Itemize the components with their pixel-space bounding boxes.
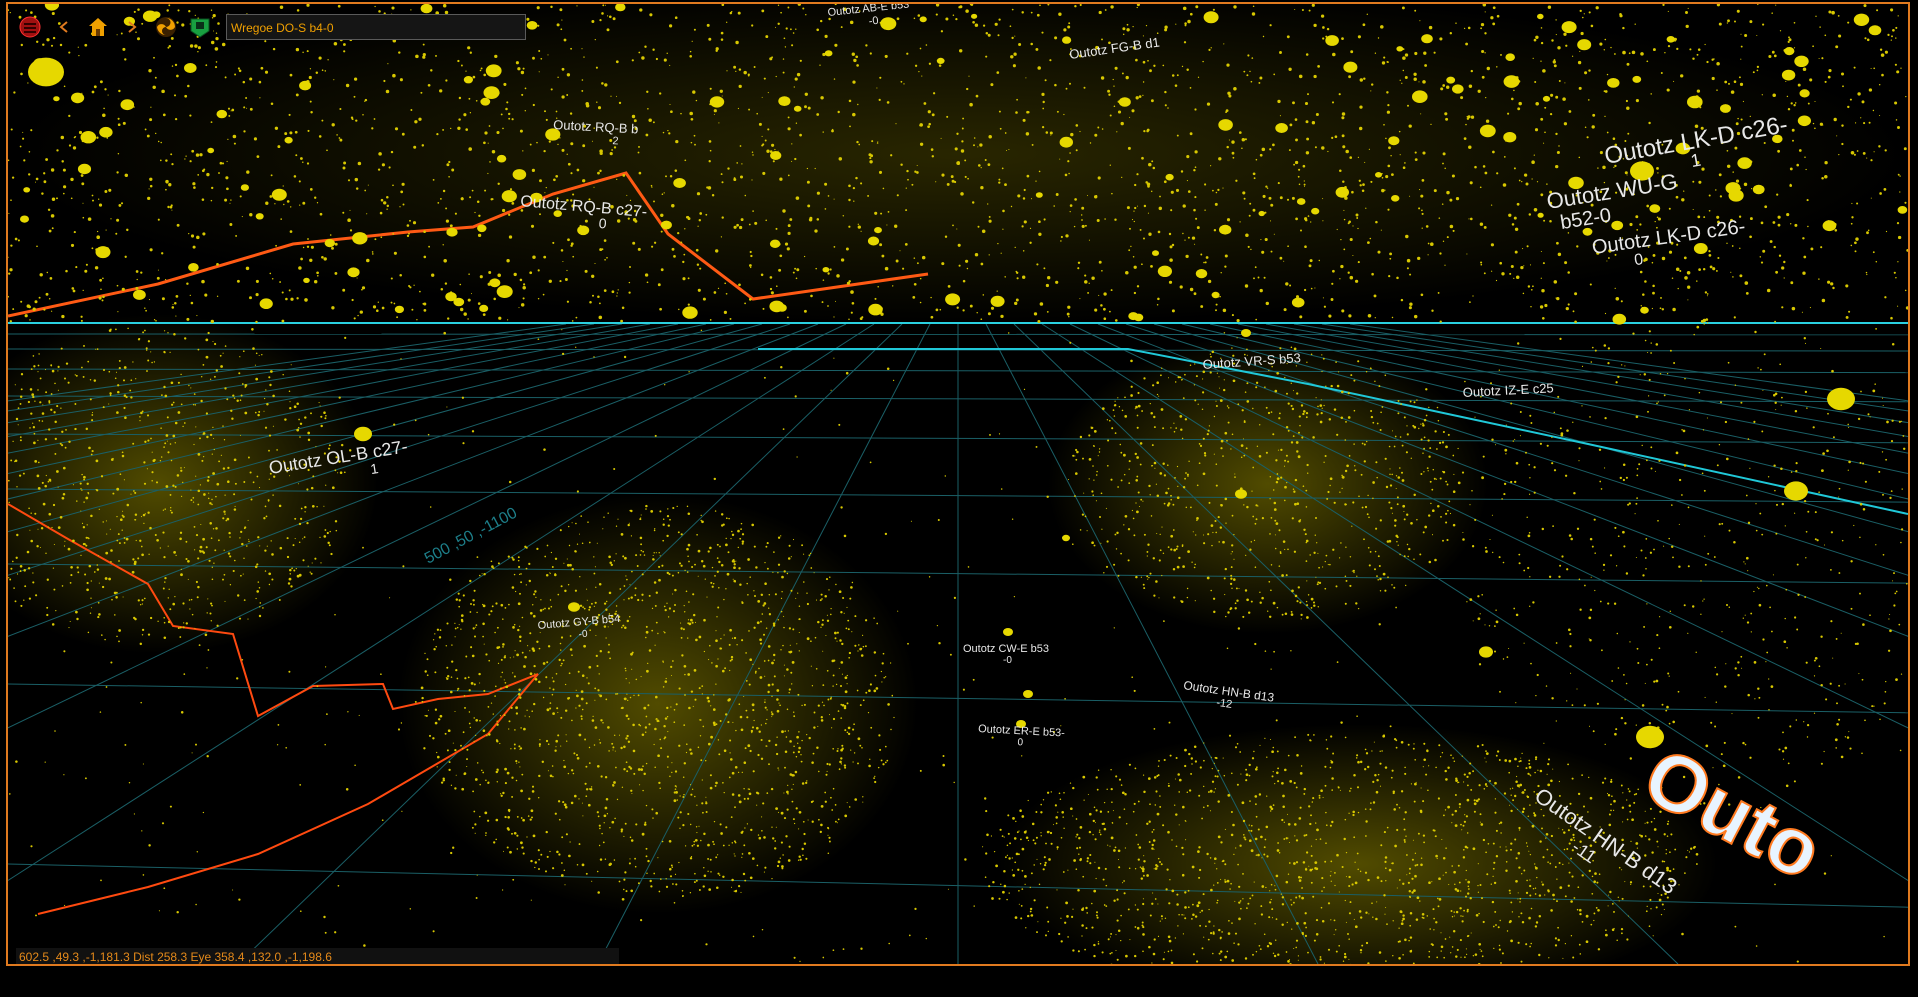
home-button[interactable]	[84, 13, 112, 41]
map-viewport[interactable]: Outotz AB-E b53 -0 Outotz FG-B d1 Outotz…	[6, 2, 1910, 966]
current-system-field[interactable]: Wregoe DO-S b4-0	[226, 14, 526, 40]
toolbar: Wregoe DO-S b4-0	[16, 12, 526, 42]
galaxy-button[interactable]	[152, 13, 180, 41]
map-button[interactable]	[186, 13, 214, 41]
menu-icon	[19, 16, 41, 38]
coordinate-readout: 602.5 ,49.3 ,-1,181.3 Dist 258.3 Eye 358…	[16, 948, 619, 964]
forward-button[interactable]	[118, 13, 146, 41]
menu-button[interactable]	[16, 13, 44, 41]
galaxy-icon	[156, 17, 176, 37]
home-icon	[89, 18, 107, 36]
map-icon	[190, 18, 210, 38]
forward-icon	[128, 21, 137, 33]
galaxy-3d-view[interactable]: Outotz AB-E b53 -0 Outotz FG-B d1 Outotz…	[8, 4, 1908, 964]
back-button[interactable]	[50, 13, 78, 41]
bottom-bar	[0, 968, 1918, 997]
back-icon	[59, 21, 68, 33]
